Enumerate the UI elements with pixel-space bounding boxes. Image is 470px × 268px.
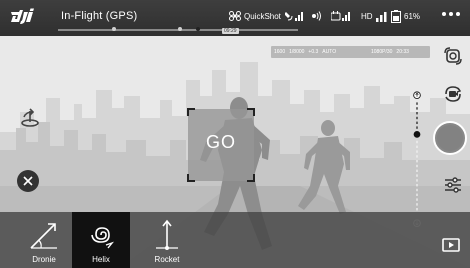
timeline-marker (196, 27, 200, 31)
shutter-button-inner (437, 125, 463, 151)
quickshot-timeline (58, 27, 298, 31)
flight-mode-status[interactable]: In-Flight (GPS) (61, 10, 137, 22)
corner-marker (247, 174, 255, 182)
mode-dronie[interactable]: Dronie (15, 212, 73, 268)
top-status-bar: In-Flight (GPS) 09:29 QuickShot HD 61% (0, 0, 470, 36)
dot (442, 12, 446, 16)
quickshot-mode-bar: Dronie Helix Rocket (0, 212, 470, 268)
go-button[interactable]: GO (188, 132, 254, 153)
ev-value: +0.3 (308, 49, 319, 55)
record-time: 09:29 (222, 28, 239, 34)
controller-signal-icon (331, 11, 350, 21)
shutter-button[interactable] (433, 121, 467, 155)
quickshot-status: QuickShot (229, 8, 281, 24)
mode-label: Helix (92, 255, 110, 264)
battery-percent: 61% (404, 11, 421, 21)
photo-video-toggle-icon[interactable] (443, 84, 463, 104)
dronie-icon (30, 223, 57, 249)
corner-marker (187, 174, 195, 182)
hd-signal-icon (375, 11, 387, 22)
slider-thumb[interactable] (413, 131, 421, 138)
close-icon (23, 176, 33, 186)
target-selection-box[interactable]: GO (187, 108, 255, 182)
dji-logo-icon[interactable] (9, 7, 45, 27)
satellite-icon (285, 12, 303, 21)
helix-icon (91, 227, 115, 249)
remote-signal-icon (312, 11, 321, 21)
hd-label: HD (361, 11, 373, 21)
shutter-value: 1/8000 (289, 49, 305, 55)
battery-icon (391, 9, 401, 23)
mode-label: Rocket (154, 255, 180, 264)
corner-marker (247, 108, 255, 116)
mode-helix[interactable]: Helix (72, 212, 130, 268)
link-signal (311, 8, 323, 24)
timeline-marker (178, 27, 182, 31)
camera-settings-icon[interactable] (444, 176, 462, 194)
mode-rocket[interactable]: Rocket (138, 212, 196, 268)
remaining-time: 20:33 (396, 49, 409, 55)
dot (456, 12, 460, 16)
wb-value: AUTO (322, 49, 337, 55)
battery-status: 61% (391, 8, 420, 24)
drone-icon (229, 11, 241, 21)
more-menu-button[interactable] (442, 12, 460, 16)
resolution-value: 1080P/30 (371, 49, 393, 55)
switch-camera-icon[interactable] (443, 46, 463, 66)
corner-marker (187, 108, 195, 116)
rc-signal (331, 8, 351, 24)
return-home-icon[interactable] (20, 108, 40, 128)
timeline-marker (112, 27, 116, 31)
iso-value: 1600 (274, 49, 286, 55)
quickshot-label: QuickShot (244, 11, 281, 21)
dot (449, 12, 453, 16)
gps-signal (285, 8, 303, 24)
video-format-info[interactable]: 1080P/30 20:33 (368, 46, 430, 58)
hd-video-signal: HD (361, 8, 388, 24)
rocket-icon (156, 219, 178, 250)
playback-icon[interactable] (442, 236, 460, 254)
close-button[interactable] (17, 170, 39, 192)
dji-go-flight-screen: In-Flight (GPS) 09:29 QuickShot HD 61% 1… (0, 0, 470, 268)
mode-label: Dronie (32, 255, 56, 264)
